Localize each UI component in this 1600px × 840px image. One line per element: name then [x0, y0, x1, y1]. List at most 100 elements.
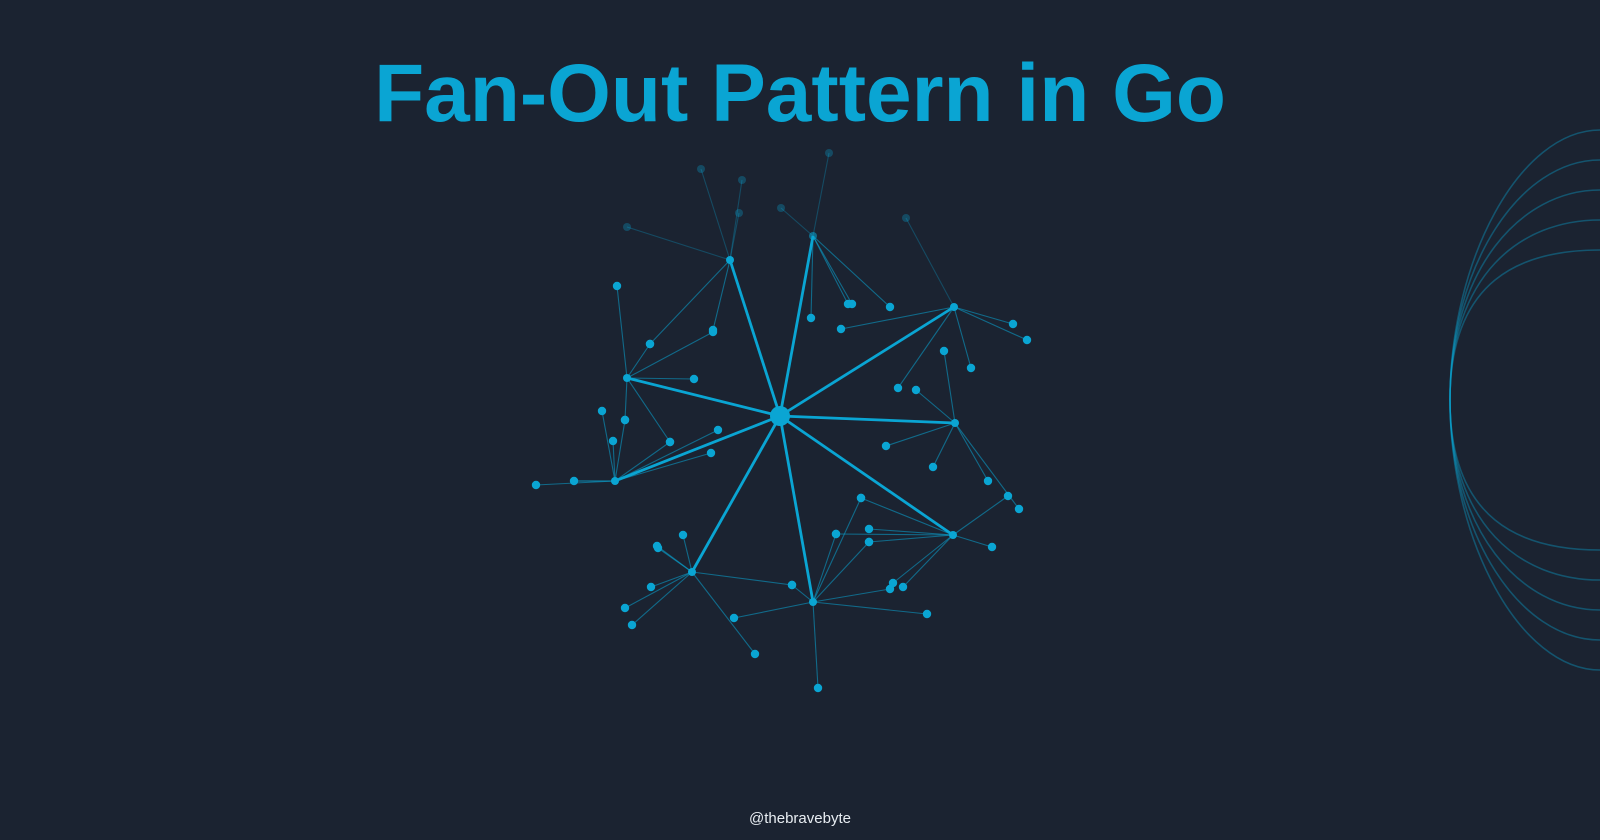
leaf-node — [911, 385, 921, 395]
worker-node — [726, 256, 734, 264]
leaf-node — [987, 542, 997, 552]
worker-node — [688, 568, 696, 576]
worker-leaf-edge — [614, 419, 626, 482]
author-handle: @thebravebyte — [749, 810, 851, 827]
worker-leaf-edge — [812, 497, 862, 603]
worker-leaf-edge — [812, 588, 891, 603]
leaf-node — [966, 363, 976, 373]
leaf-node — [623, 223, 631, 231]
leaf-node — [885, 584, 895, 594]
worker-leaf-edge — [624, 571, 693, 609]
worker-leaf-edge — [952, 495, 1009, 536]
worker-leaf-edge — [812, 541, 870, 603]
worker-node — [950, 303, 958, 311]
leaf-node — [697, 165, 705, 173]
worker-leaf-edge — [812, 601, 819, 689]
hub-worker-edge — [626, 376, 781, 418]
worker-leaf-edge — [953, 306, 1014, 325]
leaf-node — [708, 327, 718, 337]
hub-worker-edge — [614, 414, 781, 483]
worker-leaf-edge — [626, 343, 651, 379]
leaf-node — [612, 281, 622, 291]
hub-node — [770, 406, 790, 426]
worker-leaf-edge — [729, 212, 740, 261]
hub-worker-edge — [779, 414, 956, 425]
leaf-node — [738, 176, 746, 184]
worker-leaf-edge — [733, 601, 814, 619]
leaf-node — [645, 339, 655, 349]
leaf-node — [922, 609, 932, 619]
worker-leaf-edge — [780, 207, 814, 237]
leaf-node — [1003, 491, 1013, 501]
leaf-node — [893, 383, 903, 393]
leaf-node — [713, 425, 723, 435]
leaf-node — [689, 374, 699, 384]
worker-leaf-edge — [616, 285, 628, 379]
worker-node — [611, 477, 619, 485]
worker-leaf-edge — [952, 534, 993, 548]
worker-leaf-edge — [902, 534, 954, 588]
leaf-node — [735, 209, 743, 217]
worker-leaf-edge — [626, 377, 695, 380]
hub-worker-edge — [778, 235, 815, 417]
leaf-node — [939, 346, 949, 356]
worker-node — [951, 419, 959, 427]
leaf-node — [597, 406, 607, 416]
worker-leaf-edge — [812, 235, 853, 305]
worker-leaf-edge — [892, 534, 954, 584]
worker-leaf-edge — [712, 259, 731, 331]
worker-leaf-edge — [691, 571, 793, 586]
worker-leaf-edge — [626, 226, 731, 261]
leaf-node — [1014, 504, 1024, 514]
worker-leaf-edge — [624, 377, 628, 421]
worker-node — [809, 598, 817, 606]
leaf-node — [608, 436, 618, 446]
worker-leaf-edge — [915, 389, 956, 424]
leaf-node — [864, 524, 874, 534]
hub-worker-edge — [690, 415, 782, 573]
worker-leaf-edge — [691, 571, 756, 655]
leaf-node — [787, 580, 797, 590]
worker-leaf-edge — [943, 350, 956, 424]
worker-leaf-edge — [953, 306, 972, 369]
hub-worker-edge — [728, 259, 782, 417]
worker-leaf-edge — [650, 571, 693, 588]
leaf-node — [620, 603, 630, 613]
worker-node — [949, 531, 957, 539]
leaf-node — [847, 299, 857, 309]
worker-leaf-edge — [626, 331, 714, 379]
leaf-node — [856, 493, 866, 503]
worker-leaf-edge — [812, 601, 928, 615]
leaf-node — [653, 543, 663, 553]
fan-out-network-diagram — [531, 149, 1032, 693]
leaf-node — [881, 441, 891, 451]
leaf-node — [531, 480, 541, 490]
worker-leaf-edge — [700, 168, 731, 261]
leaf-node — [777, 204, 785, 212]
worker-node — [809, 232, 817, 240]
hub-worker-edge — [779, 414, 954, 537]
leaf-node — [831, 529, 841, 539]
leaf-node — [646, 582, 656, 592]
worker-leaf-edge — [812, 235, 891, 308]
worker-leaf-edge — [954, 422, 989, 482]
leaf-node — [983, 476, 993, 486]
leaf-node — [1008, 319, 1018, 329]
leaf-node — [569, 476, 579, 486]
worker-leaf-edge — [631, 571, 693, 626]
worker-leaf-edge — [649, 259, 731, 345]
leaf-node — [806, 313, 816, 323]
leaf-node — [898, 582, 908, 592]
leaf-node — [665, 437, 675, 447]
leaf-node — [836, 324, 846, 334]
leaf-node — [627, 620, 637, 630]
worker-leaf-edge — [868, 534, 954, 543]
leaf-node — [620, 415, 630, 425]
leaf-node — [825, 149, 833, 157]
leaf-node — [706, 448, 716, 458]
worker-leaf-edge — [812, 533, 837, 603]
worker-leaf-edge — [812, 152, 830, 237]
leaf-node — [1022, 335, 1032, 345]
leaf-node — [885, 302, 895, 312]
leaf-node — [902, 214, 910, 222]
